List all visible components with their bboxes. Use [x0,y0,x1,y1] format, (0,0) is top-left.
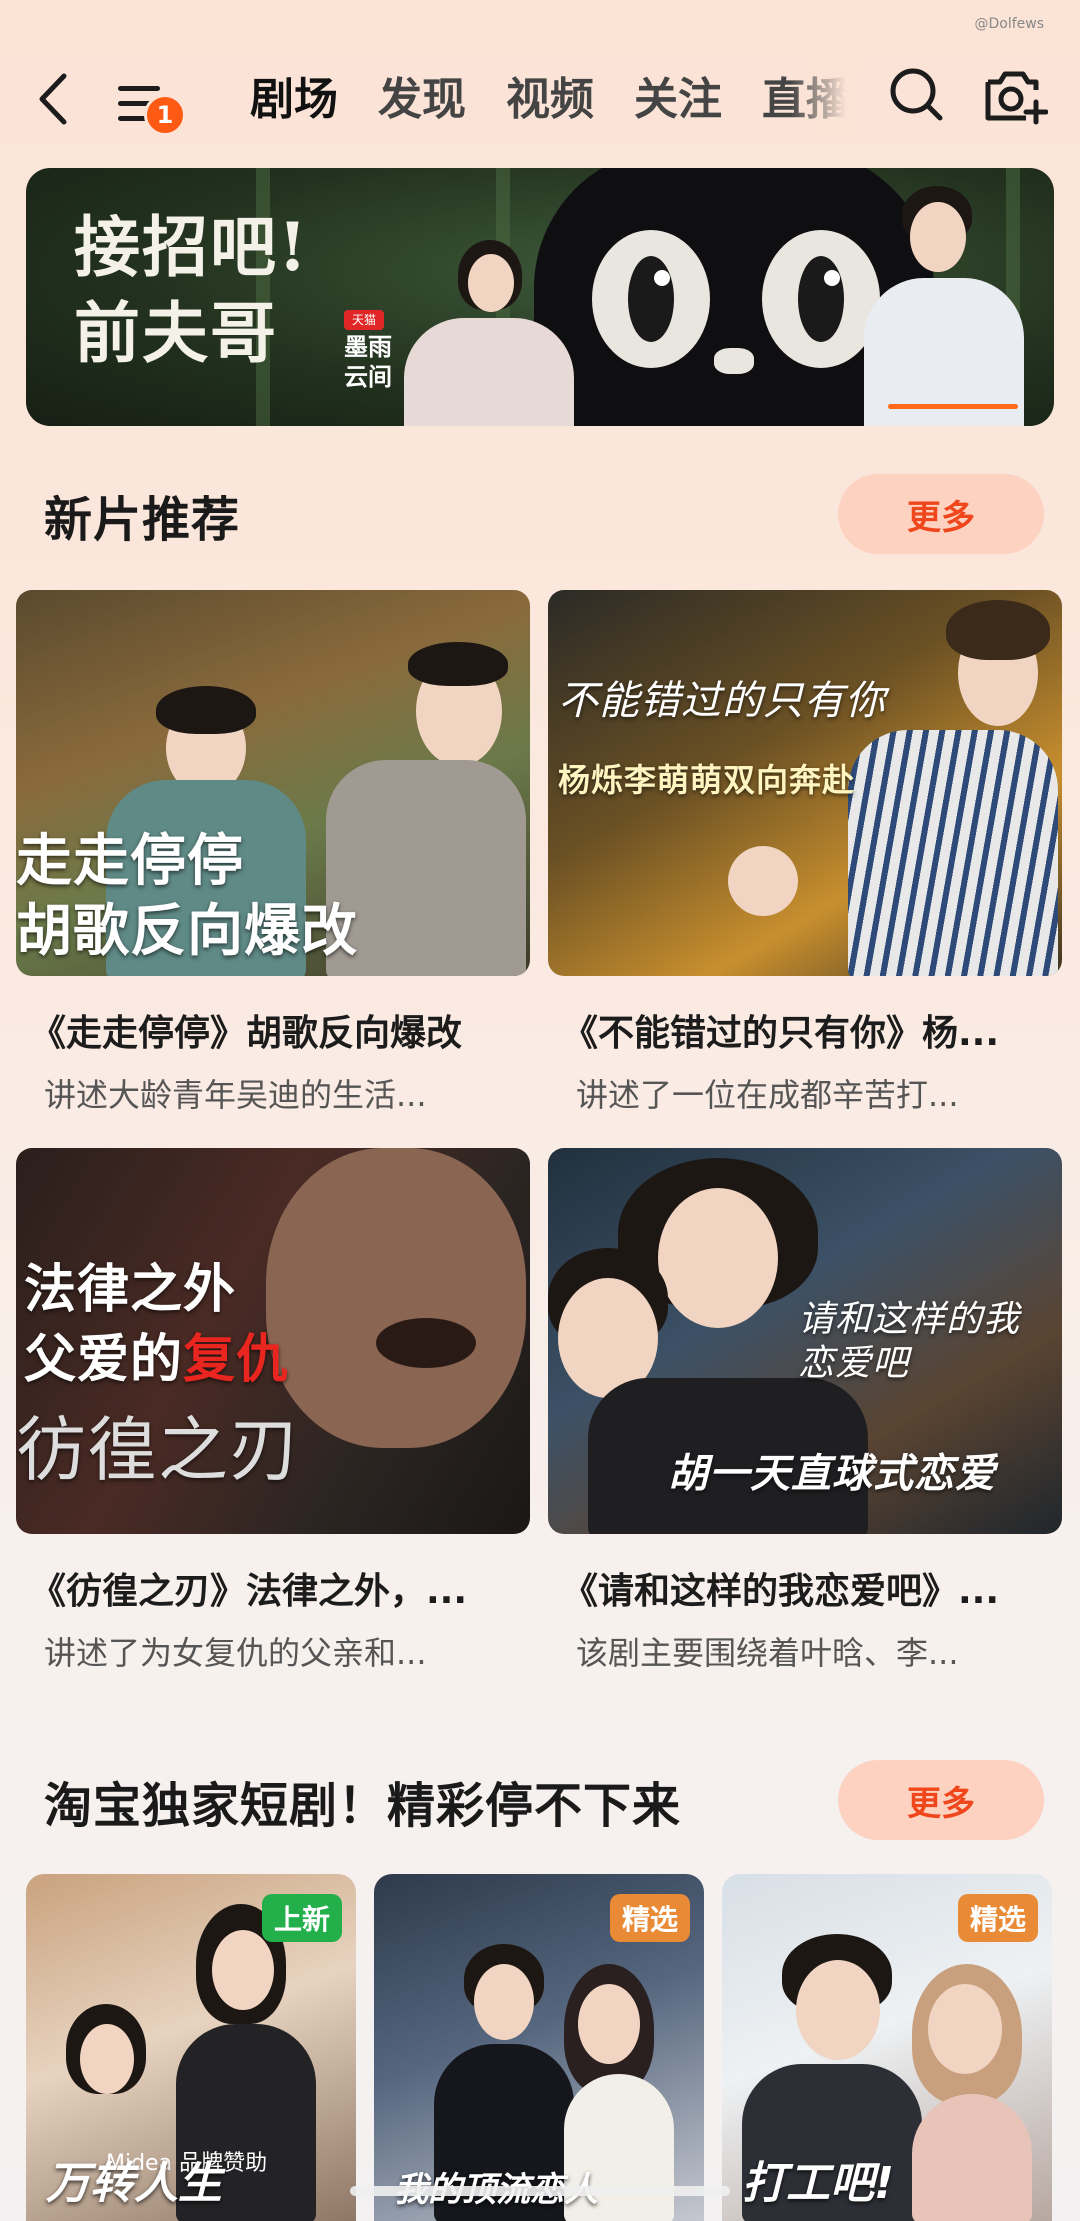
video-poster: 走走停停 胡歌反向爆改 [16,590,530,976]
banner-brand-logo: 天猫 墨雨 云间 [344,310,398,396]
short-drama-caption: 打工吧! [742,2158,895,2209]
promo-banner[interactable]: 接招吧! 前夫哥 天猫 墨雨 云间 [26,168,1054,426]
video-card[interactable]: 请和这样的我恋爱吧 胡一天直球式恋爱 《请和这样的我恋爱吧》... 该剧主要围绕… [548,1148,1062,1674]
watermark: @Dolfews [974,16,1044,32]
camera-add-icon [985,71,1049,125]
section-title-new-releases: 新片推荐 [44,492,241,548]
top-navigation: 1 剧场发现视频关注直播 [0,56,1080,136]
banner-page-indicator [888,404,1018,409]
notification-badge: 1 [144,94,186,136]
video-poster: 法律之外 父爱的复仇 彷徨之刃 [16,1148,530,1534]
back-button[interactable] [30,64,80,134]
video-description: 讲述了为女复仇的父亲和... [44,1634,427,1672]
tab-video[interactable]: 视频 [506,62,594,138]
short-drama-tag: 精选 [609,1894,690,1942]
short-drama-tag: 上新 [261,1894,342,1942]
video-poster: 请和这样的我恋爱吧 胡一天直球式恋爱 [548,1148,1062,1534]
short-drama-caption: 万转人生 [46,2158,222,2209]
short-drama-card[interactable]: 精选 打工吧! [722,1874,1052,2221]
tab-bar: 剧场发现视频关注直播 [250,62,850,138]
video-card[interactable]: 走走停停 胡歌反向爆改 《走走停停》胡歌反向爆改 讲述大龄青年吴迪的生活... [16,590,530,1116]
banner-actress [404,318,574,426]
video-title: 《彷徨之刃》法律之外，... [30,1571,468,1612]
new-releases-more-button[interactable]: 更多 [838,474,1044,554]
video-description: 讲述大龄青年吴迪的生活... [44,1076,427,1114]
video-poster: 不能错过的只有你 杨烁李萌萌双向奔赴 [548,590,1062,976]
section-title-short-dramas: 淘宝独家短剧！精彩停不下来 [44,1778,682,1834]
camera-button[interactable] [982,62,1049,128]
video-title: 《走走停停》胡歌反向爆改 [30,1013,463,1054]
search-icon [890,68,943,121]
home-indicator[interactable] [350,2186,730,2196]
video-title: 《不能错过的只有你》杨... [562,1013,1000,1054]
tab-discover[interactable]: 发现 [378,62,466,138]
tab-follow[interactable]: 关注 [634,62,722,138]
search-button[interactable] [884,62,950,128]
video-card[interactable]: 法律之外 父爱的复仇 彷徨之刃 《彷徨之刃》法律之外，... 讲述了为女复仇的父… [16,1148,530,1674]
short-drama-card[interactable]: 上新 Midea 品牌赞助 万转人生 [26,1874,356,2221]
short-dramas-more-button[interactable]: 更多 [838,1760,1044,1840]
short-drama-card[interactable]: 精选 我的顶流恋人 [374,1874,704,2221]
short-drama-tag: 精选 [957,1894,1038,1942]
tab-theater[interactable]: 剧场 [250,62,338,138]
video-description: 讲述了一位在成都辛苦打... [576,1076,959,1114]
tabs-fade [790,56,860,136]
video-card[interactable]: 不能错过的只有你 杨烁李萌萌双向奔赴 《不能错过的只有你》杨... 讲述了一位在… [548,590,1062,1116]
chevron-left-icon [39,73,67,125]
video-title: 《请和这样的我恋爱吧》... [562,1571,1000,1612]
video-description: 该剧主要围绕着叶晗、李... [576,1634,959,1672]
